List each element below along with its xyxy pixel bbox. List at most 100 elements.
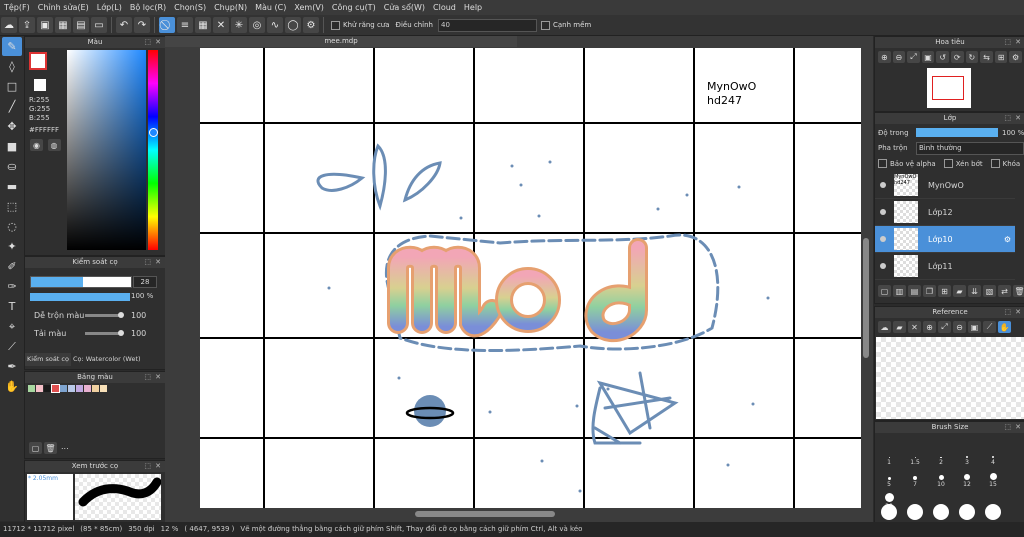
bucket-tool-icon[interactable]: ⛀ bbox=[2, 157, 22, 176]
reset-view-icon[interactable]: ▣ bbox=[968, 321, 981, 333]
dropper-icon[interactable]: ⟋ bbox=[983, 321, 996, 333]
new-halftone-layer-icon[interactable]: ▥ bbox=[893, 285, 906, 297]
color-set-icon[interactable]: ◍ bbox=[47, 139, 61, 151]
palette-swatch[interactable] bbox=[76, 385, 83, 392]
expand-icon[interactable]: ⬚ bbox=[144, 257, 151, 268]
reference-canvas[interactable] bbox=[876, 337, 1024, 419]
brush-tool-icon[interactable]: ✎ bbox=[2, 37, 22, 56]
navigator-thumbnail[interactable] bbox=[927, 68, 971, 108]
brush-size-option[interactable]: 1.5 bbox=[903, 448, 927, 466]
clear-layer-icon[interactable]: ▧ bbox=[983, 285, 996, 297]
lasso-tool-icon[interactable]: ◌ bbox=[2, 217, 22, 236]
palette-swatch[interactable] bbox=[84, 385, 91, 392]
snap-parallel-icon[interactable]: ≡ bbox=[177, 17, 193, 33]
brush-size-option[interactable] bbox=[881, 504, 897, 520]
close-icon[interactable]: ✕ bbox=[155, 461, 161, 472]
foreground-color-swatch[interactable] bbox=[29, 52, 47, 70]
select-pen-tool-icon[interactable]: ✐ bbox=[2, 257, 22, 276]
close-reference-icon[interactable]: ✕ bbox=[908, 321, 921, 333]
visibility-eye-icon[interactable] bbox=[880, 182, 886, 188]
zoom-out-icon[interactable]: ⊖ bbox=[892, 51, 906, 63]
undo-icon[interactable]: ↶ bbox=[116, 17, 132, 33]
snap-off-icon[interactable]: ⃠ bbox=[159, 17, 175, 33]
edge-checkbox[interactable] bbox=[541, 20, 550, 30]
magic-wand-tool-icon[interactable]: ✦ bbox=[2, 237, 22, 256]
palette-swatch[interactable] bbox=[92, 385, 99, 392]
palette-swatch[interactable] bbox=[36, 385, 43, 392]
brush-size-option[interactable]: 15 bbox=[981, 470, 1005, 488]
grid-icon[interactable]: ▦ bbox=[55, 17, 71, 33]
close-icon[interactable]: ✕ bbox=[155, 372, 161, 383]
palette-swatch[interactable] bbox=[28, 385, 35, 392]
zoom-in-icon[interactable]: ⊕ bbox=[878, 51, 891, 63]
adjust-select[interactable]: 40 bbox=[438, 18, 537, 32]
antialias-checkbox[interactable] bbox=[331, 20, 340, 30]
background-color-swatch[interactable] bbox=[34, 79, 46, 91]
settings-icon[interactable]: ⚙ bbox=[1009, 51, 1022, 63]
canvas-horizontal-scrollbar[interactable] bbox=[200, 510, 861, 519]
mix-slider[interactable] bbox=[85, 312, 124, 318]
rotate-left-icon[interactable]: ↺ bbox=[936, 51, 949, 63]
fit-icon[interactable]: ⤢ bbox=[938, 321, 951, 333]
move-tool-icon[interactable]: ✥ bbox=[2, 117, 22, 136]
menu-item[interactable]: Chỉnh sửa(E) bbox=[34, 0, 93, 15]
line-tool-icon[interactable]: ╱ bbox=[2, 97, 22, 116]
close-icon[interactable]: ✕ bbox=[1015, 37, 1021, 48]
menu-item[interactable]: Cửa sổ(W) bbox=[380, 0, 429, 15]
snap-settings-icon[interactable]: ⚙ bbox=[303, 17, 319, 33]
snap-curve-icon[interactable]: ∿ bbox=[267, 17, 283, 33]
brush-size-option[interactable]: 3 bbox=[955, 448, 979, 466]
crop-icon[interactable]: ▭ bbox=[91, 17, 107, 33]
new-palette-icon[interactable]: ▢ bbox=[29, 442, 42, 454]
amount-slider[interactable] bbox=[85, 330, 124, 336]
canvas[interactable]: MynOwO hd247 bbox=[200, 48, 861, 508]
eraser-tool-icon[interactable]: ◊ bbox=[2, 57, 22, 76]
tab-brush[interactable]: Cọ: Watercolor (Wet) bbox=[71, 353, 143, 366]
save-icon[interactable]: ▣ bbox=[37, 17, 53, 33]
visibility-eye-icon[interactable] bbox=[880, 263, 886, 269]
menu-item[interactable]: Chụp(N) bbox=[210, 0, 251, 15]
brush-size-option[interactable]: 5 bbox=[877, 470, 901, 488]
canvas-vertical-scrollbar[interactable] bbox=[861, 48, 871, 518]
close-icon[interactable]: ✕ bbox=[1015, 307, 1021, 318]
size-slider[interactable] bbox=[30, 276, 132, 288]
cloud-open-icon[interactable]: ☁ bbox=[878, 321, 891, 333]
expand-icon[interactable]: ⬚ bbox=[144, 372, 151, 383]
grid-alt-icon[interactable]: ▤ bbox=[73, 17, 89, 33]
zoom-out-icon[interactable]: ⊖ bbox=[953, 321, 966, 333]
zoom-in-icon[interactable]: ⊕ bbox=[923, 321, 936, 333]
rotate-reset-icon[interactable]: ⟳ bbox=[950, 51, 964, 63]
brush-size-option[interactable]: 12 bbox=[955, 470, 979, 488]
menu-item[interactable]: Xem(V) bbox=[290, 0, 328, 15]
brush-size-option[interactable]: 7 bbox=[903, 470, 927, 488]
layer-row[interactable]: Lớp12 bbox=[875, 199, 1015, 226]
export-icon[interactable]: ⇪ bbox=[19, 17, 35, 33]
redo-icon[interactable]: ↷ bbox=[134, 17, 150, 33]
layer-row[interactable]: Lớp11 bbox=[875, 253, 1015, 280]
palette-swatch[interactable] bbox=[51, 384, 60, 393]
palette-more[interactable]: ... bbox=[61, 442, 69, 454]
transfer-icon[interactable]: ⇄ bbox=[998, 285, 1011, 297]
pen-tool-icon[interactable]: ✒ bbox=[2, 357, 22, 376]
palette-mode-icon[interactable]: ◉ bbox=[30, 139, 43, 151]
snap-ellipse-icon[interactable]: ◯ bbox=[285, 17, 301, 33]
expand-icon[interactable]: ⬚ bbox=[1004, 37, 1011, 48]
grid-toggle-icon[interactable]: ⊞ bbox=[994, 51, 1008, 63]
layer-opacity-slider[interactable] bbox=[916, 128, 998, 137]
menu-item[interactable]: Cloud bbox=[429, 0, 460, 15]
saturation-brightness-picker[interactable] bbox=[67, 50, 146, 250]
delete-layer-icon[interactable]: 🗑 bbox=[1013, 285, 1024, 297]
delete-palette-icon[interactable]: 🗑 bbox=[44, 442, 57, 454]
open-folder-icon[interactable]: ▰ bbox=[893, 321, 906, 333]
snap-grid-icon[interactable]: ▦ bbox=[195, 17, 211, 33]
snap-circle-icon[interactable]: ◎ bbox=[249, 17, 265, 33]
clipping-checkbox[interactable] bbox=[943, 159, 953, 168]
text-tool-icon[interactable]: T bbox=[2, 297, 22, 316]
new-8bit-layer-icon[interactable]: ▤ bbox=[908, 285, 921, 297]
opacity-slider[interactable] bbox=[30, 293, 130, 301]
vertical-scroll-thumb[interactable] bbox=[863, 238, 869, 358]
brush-size-option[interactable] bbox=[959, 504, 975, 520]
gradient-tool-icon[interactable]: ▬ bbox=[2, 177, 22, 196]
duplicate-layer-icon[interactable]: ❐ bbox=[923, 285, 936, 297]
select-rect-tool-icon[interactable]: □ bbox=[2, 77, 22, 96]
